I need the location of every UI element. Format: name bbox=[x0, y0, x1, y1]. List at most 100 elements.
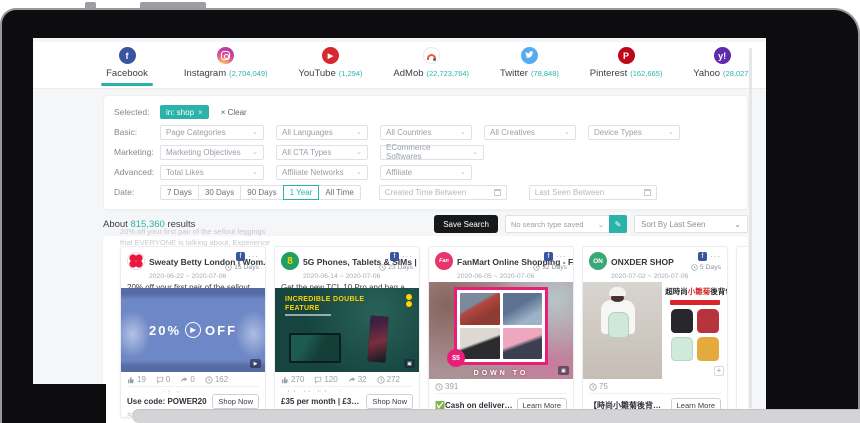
dropdown-ecommerce-softwares[interactable]: ECommerce Softwares⌄ bbox=[380, 145, 484, 160]
play-icon[interactable]: ▶ bbox=[185, 322, 201, 338]
dropdown-marketing-objectives[interactable]: Marketing Objectives⌄ bbox=[160, 145, 264, 160]
save-search-button[interactable]: Save Search bbox=[434, 215, 498, 233]
yahoo-icon: y! bbox=[714, 47, 731, 64]
saved-search-type-select[interactable]: No search type saved ⌄ bbox=[505, 215, 609, 233]
tab-youtube[interactable]: ▶ YouTube(1,294) bbox=[298, 47, 362, 86]
dropdown-device-types[interactable]: Device Types⌄ bbox=[588, 125, 680, 140]
facebook-platform-icon: f bbox=[236, 252, 245, 261]
ad-stats: 270 120 32 272 bbox=[275, 372, 419, 386]
date-7-days-button[interactable]: 7 Days bbox=[160, 185, 199, 200]
admob-icon bbox=[423, 47, 440, 64]
dropdown-cta-types[interactable]: All CTA Types⌄ bbox=[276, 145, 368, 160]
ad-duration: 32 Days bbox=[542, 264, 567, 271]
dropdown-total-likes[interactable]: Total Likes⌄ bbox=[160, 165, 264, 180]
comment-icon bbox=[314, 376, 322, 384]
price-badge: $5 bbox=[447, 349, 465, 367]
chevron-down-icon: ⌄ bbox=[598, 220, 604, 229]
clock-icon bbox=[691, 264, 698, 271]
creative-headline: DOWN TO bbox=[429, 370, 573, 377]
date-30-days-button[interactable]: 30 Days bbox=[198, 185, 241, 200]
ad-duration: 15 Days bbox=[234, 264, 259, 271]
advertiser-avatar bbox=[127, 252, 145, 270]
share-icon bbox=[180, 376, 188, 384]
ad-stats: 391 bbox=[429, 379, 573, 393]
calendar-icon bbox=[644, 189, 651, 196]
advertiser-avatar: ON bbox=[589, 252, 607, 270]
image-media-icon[interactable]: ▣ bbox=[558, 366, 569, 375]
shop-now-button[interactable]: Shop Now bbox=[366, 394, 413, 409]
date-all-time-button[interactable]: All Time bbox=[318, 185, 360, 200]
chevron-down-icon: ⌄ bbox=[460, 168, 466, 176]
expand-icon[interactable]: + bbox=[714, 366, 724, 376]
scrollbar[interactable] bbox=[749, 48, 752, 408]
more-options-icon[interactable]: ··· bbox=[556, 252, 567, 261]
product-panel-graphic: 超時尚小雛菊後背包 bbox=[662, 282, 727, 379]
shop-now-button[interactable]: Shop Now bbox=[212, 394, 259, 409]
ad-duration: 5 Days bbox=[700, 264, 721, 271]
tab-instagram[interactable]: Instagram(2,704,049) bbox=[184, 47, 268, 86]
last-seen-between-input[interactable]: Last Seen Between bbox=[529, 185, 657, 200]
device-mockup: f Facebook Instagram(2,704,049) ▶ YouTub… bbox=[0, 0, 860, 423]
ad-creative-image[interactable]: INCREDIBLE DOUBLE FEATURE ▣ bbox=[275, 288, 419, 372]
dropdown-page-categories[interactable]: Page Categories⌄ bbox=[160, 125, 264, 140]
clock-icon bbox=[225, 264, 232, 271]
device-base bbox=[132, 409, 860, 423]
more-options-icon[interactable]: ··· bbox=[402, 252, 413, 261]
advertiser-title[interactable]: ONXDER SHOP bbox=[611, 257, 674, 267]
chevron-down-icon: ⌄ bbox=[356, 128, 362, 136]
like-icon bbox=[281, 376, 289, 384]
date-1-year-button[interactable]: 1 Year bbox=[283, 185, 320, 200]
date-range-segmented-control: 7 Days 30 Days 90 Days 1 Year All Time bbox=[160, 185, 361, 200]
filter-row-basic: Basic: Page Categories⌄ All Languages⌄ A… bbox=[114, 122, 737, 142]
clock-icon bbox=[205, 376, 213, 384]
chevron-down-icon: ⌄ bbox=[252, 148, 258, 156]
ad-creative-image[interactable]: 20% ▶ OFF ▶ bbox=[121, 288, 265, 372]
facebook-platform-icon: f bbox=[544, 252, 553, 261]
ad-creative-image[interactable]: $5 DOWN TO ▣ bbox=[429, 282, 573, 379]
ad-card-clipped bbox=[736, 246, 748, 418]
dropdown-all-languages[interactable]: All Languages⌄ bbox=[276, 125, 368, 140]
filter-row-advanced: Advanced: Total Likes⌄ Affiliate Network… bbox=[114, 162, 737, 182]
chevron-down-icon: ⌄ bbox=[734, 220, 741, 229]
sort-by-dropdown[interactable]: Sort By Last Seen ⌄ bbox=[634, 215, 748, 233]
tab-pinterest[interactable]: P Pinterest(162,665) bbox=[590, 47, 663, 86]
selected-filter-chip[interactable]: in: shop × bbox=[160, 105, 209, 119]
chevron-down-icon: ⌄ bbox=[460, 128, 466, 136]
dropdown-all-creatives[interactable]: All Creatives⌄ bbox=[484, 125, 576, 140]
image-media-icon[interactable]: ▣ bbox=[404, 359, 415, 368]
tab-facebook[interactable]: f Facebook bbox=[101, 47, 153, 86]
more-options-icon[interactable]: ··· bbox=[710, 252, 721, 261]
chip-close-icon[interactable]: × bbox=[198, 108, 203, 117]
advertiser-avatar: 8 bbox=[281, 252, 299, 270]
chevron-down-icon: ⌄ bbox=[472, 148, 478, 156]
device-corner bbox=[28, 384, 106, 423]
ad-date-range: 2020-06-05 ~ 2020-07-06 bbox=[457, 273, 531, 280]
calendar-icon bbox=[494, 189, 501, 196]
dropdown-affiliate-networks[interactable]: Affiliate Networks⌄ bbox=[276, 165, 368, 180]
ad-stats: 19 0 0 162 bbox=[121, 372, 265, 386]
tab-yahoo[interactable]: y! Yahoo(28,027) bbox=[693, 47, 751, 86]
youtube-icon: ▶ bbox=[322, 47, 339, 64]
clock-icon bbox=[379, 264, 386, 271]
clear-filters-link[interactable]: × Clear bbox=[221, 108, 247, 117]
dropdown-affiliate[interactable]: Affiliate⌄ bbox=[380, 165, 472, 180]
tab-twitter[interactable]: Twitter(78,848) bbox=[500, 47, 559, 86]
ad-card: Fan FanMart Online Shopping - F... 2020-… bbox=[428, 246, 574, 418]
chevron-down-icon: ⌄ bbox=[668, 128, 674, 136]
edit-saved-search-button[interactable]: ✎ bbox=[609, 215, 627, 233]
ad-cta-text: Use code: POWER20 bbox=[127, 397, 208, 406]
more-options-icon[interactable]: ··· bbox=[248, 252, 259, 261]
created-time-between-input[interactable]: Created Time Between bbox=[379, 185, 507, 200]
tab-admob[interactable]: AdMob(22,723,764) bbox=[393, 47, 469, 86]
ee-logo-icon bbox=[406, 294, 412, 307]
video-media-icon[interactable]: ▶ bbox=[250, 359, 261, 368]
creative-headline: 20% ▶ OFF bbox=[121, 288, 265, 372]
filter-row-date: Date: 7 Days 30 Days 90 Days 1 Year All … bbox=[114, 182, 737, 202]
comment-icon bbox=[156, 376, 164, 384]
instagram-icon bbox=[217, 47, 234, 64]
chevron-down-icon: ⌄ bbox=[356, 148, 362, 156]
date-90-days-button[interactable]: 90 Days bbox=[240, 185, 283, 200]
dropdown-all-countries[interactable]: All Countries⌄ bbox=[380, 125, 472, 140]
pinterest-icon: P bbox=[618, 47, 635, 64]
ad-creative-image[interactable]: 超時尚小雛菊後背包 + bbox=[583, 282, 727, 379]
